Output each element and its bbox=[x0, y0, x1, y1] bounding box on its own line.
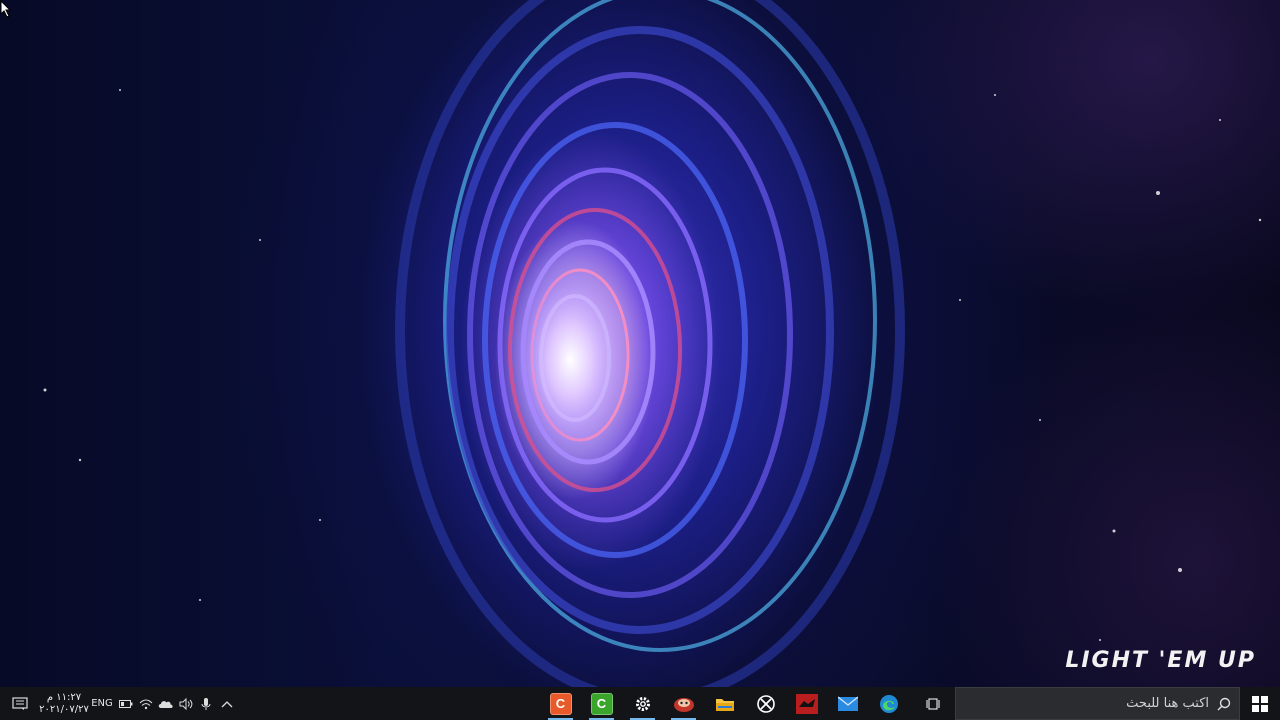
task-view-icon bbox=[926, 697, 940, 710]
task-view-button[interactable] bbox=[921, 687, 945, 720]
gear-icon bbox=[635, 696, 650, 711]
action-center-button[interactable] bbox=[0, 687, 40, 720]
pinned-apps: C C bbox=[540, 687, 909, 720]
taskbar-app-edge[interactable] bbox=[868, 687, 909, 720]
volume-button[interactable] bbox=[176, 687, 196, 720]
wallpaper-brand-text: LIGHT 'EM UP bbox=[1065, 648, 1256, 673]
clock-time: ١١:٢٧ م bbox=[46, 691, 82, 703]
network-button[interactable] bbox=[136, 687, 156, 720]
taskbar-app-red[interactable] bbox=[786, 687, 827, 720]
taskbar-app-file-explorer[interactable] bbox=[704, 687, 745, 720]
battery-button[interactable] bbox=[116, 687, 136, 720]
mail-icon bbox=[837, 695, 858, 711]
taskbar-app-xbox[interactable] bbox=[745, 687, 786, 720]
speaker-icon bbox=[179, 697, 193, 710]
orange-app-icon: C bbox=[549, 692, 572, 715]
xbox-icon bbox=[756, 694, 775, 713]
clock[interactable]: ١١:٢٧ م ٢٠٢١/٠٧/٢٧ bbox=[39, 687, 89, 720]
search-placeholder: اكتب هنا للبحث bbox=[1126, 696, 1209, 711]
taskbar-app-mail[interactable] bbox=[827, 687, 868, 720]
battery-icon bbox=[119, 699, 133, 708]
edge-icon bbox=[879, 694, 898, 713]
notification-icon bbox=[12, 696, 28, 710]
taskbar: اكتب هنا للبحث C C ١١:٢٧ م ٢٠٢١/٠٧/٢٧ EN… bbox=[0, 687, 1280, 720]
wifi-icon bbox=[139, 698, 153, 709]
search-icon bbox=[1217, 697, 1231, 710]
red-app-icon bbox=[795, 693, 818, 714]
chevron-up-icon bbox=[221, 700, 233, 707]
cloud-icon bbox=[158, 700, 173, 708]
microphone-icon bbox=[201, 697, 211, 710]
windows-logo-icon bbox=[1252, 695, 1268, 712]
taskbar-app-settings[interactable] bbox=[622, 687, 663, 720]
clock-date: ٢٠٢١/٠٧/٢٧ bbox=[39, 703, 89, 715]
folder-icon bbox=[715, 698, 734, 711]
onedrive-button[interactable] bbox=[156, 687, 176, 720]
language-indicator[interactable]: ENG bbox=[88, 687, 116, 720]
start-button[interactable] bbox=[1240, 687, 1280, 720]
green-app-icon: C bbox=[590, 692, 613, 715]
wormhole-graphic bbox=[43, 0, 1262, 687]
taskbar-app-green[interactable]: C bbox=[581, 687, 622, 720]
system-tray: ١١:٢٧ م ٢٠٢١/٠٧/٢٧ ENG bbox=[0, 687, 238, 720]
taskbar-app-game[interactable] bbox=[663, 687, 704, 720]
microphone-button[interactable] bbox=[196, 687, 216, 720]
taskbar-search-box[interactable]: اكتب هنا للبحث bbox=[955, 687, 1240, 720]
mouse-cursor-icon bbox=[0, 0, 12, 18]
show-hidden-icons-button[interactable] bbox=[216, 687, 238, 720]
taskbar-app-orange[interactable]: C bbox=[540, 687, 581, 720]
desktop-wallpaper: LIGHT 'EM UP bbox=[0, 0, 1280, 687]
game-icon bbox=[673, 697, 694, 712]
